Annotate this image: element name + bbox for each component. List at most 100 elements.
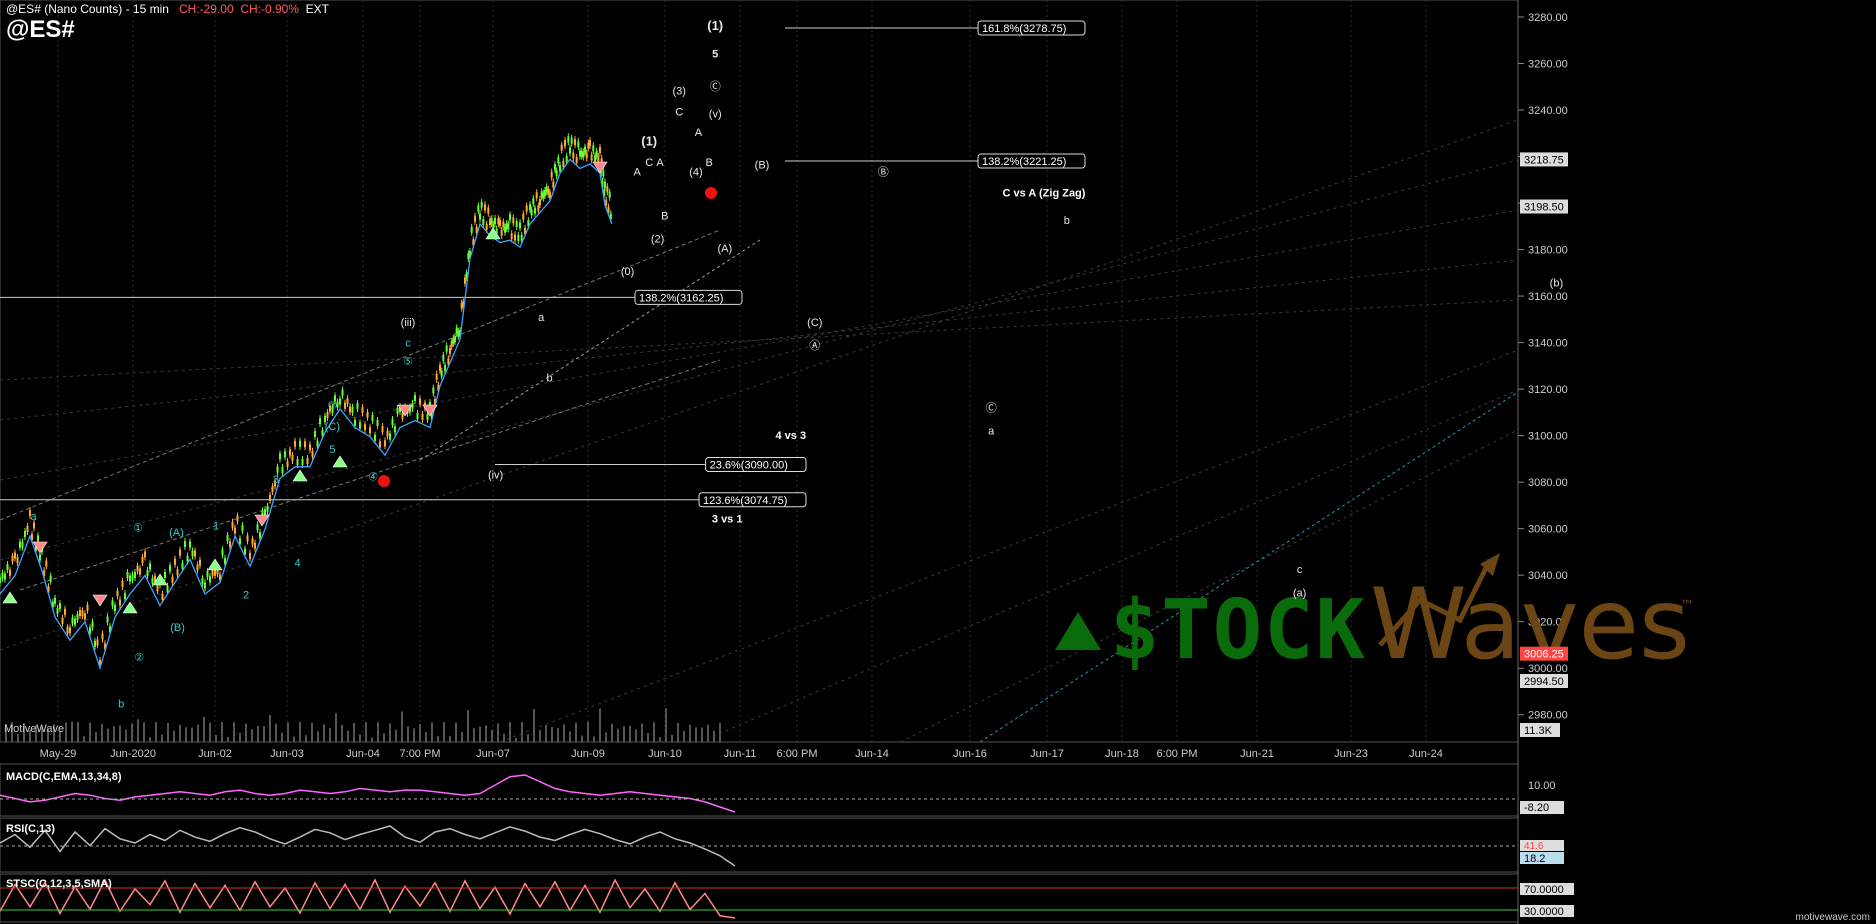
volume-bar xyxy=(575,722,577,742)
candle-body xyxy=(129,575,131,582)
candle-body xyxy=(71,617,74,624)
volume-bar xyxy=(533,709,535,742)
volume-bar xyxy=(407,726,409,742)
volume-bar xyxy=(605,732,607,742)
volume-bar xyxy=(365,722,367,742)
candle-body xyxy=(426,414,429,421)
candle-body xyxy=(206,571,209,578)
candle-body xyxy=(361,407,364,414)
volume-bar xyxy=(701,727,703,742)
volume-bar xyxy=(671,734,673,742)
signal-triangle xyxy=(592,161,608,174)
wave-label: 4 xyxy=(295,557,301,569)
candle-body xyxy=(306,458,309,465)
candle-body xyxy=(589,140,591,147)
candle-body xyxy=(354,419,356,426)
candle-body xyxy=(121,581,124,588)
candle-body xyxy=(411,402,414,409)
signal-triangle xyxy=(332,455,348,468)
volume-bar xyxy=(551,726,553,742)
volume-bar xyxy=(287,722,289,742)
volume-bar xyxy=(449,735,451,742)
price-badge-text: 3218.75 xyxy=(1524,154,1564,166)
x-tick-label: 7:00 PM xyxy=(400,748,441,760)
wave-label: A xyxy=(634,166,642,178)
candle-body xyxy=(570,137,573,144)
wave-label: (1) xyxy=(707,18,723,33)
candle-body xyxy=(161,594,164,601)
wave-label: c xyxy=(405,338,411,350)
wave-label: a xyxy=(31,511,38,523)
y-tick-label: 2980.00 xyxy=(1528,710,1568,722)
candle-body xyxy=(141,556,144,563)
wave-label: b xyxy=(1064,215,1070,227)
volume-bar xyxy=(113,726,115,742)
candle-body xyxy=(564,140,566,147)
price-badge-text: 2994.50 xyxy=(1524,676,1564,688)
candle-body xyxy=(439,364,441,371)
candle-body xyxy=(339,398,341,405)
candle-body xyxy=(572,152,575,159)
candle-body xyxy=(480,201,483,208)
candle-body xyxy=(1,572,4,579)
candle-body xyxy=(599,147,601,154)
candle-body xyxy=(291,454,294,461)
volume-bar xyxy=(431,722,433,742)
candle-body xyxy=(512,217,515,224)
volume-bar xyxy=(641,723,643,742)
wave-label: A xyxy=(656,157,664,169)
candle-body xyxy=(86,604,89,611)
volume-bar xyxy=(227,736,229,742)
x-tick-label: Jun-09 xyxy=(571,748,605,760)
candle-body xyxy=(376,420,379,427)
volume-bar xyxy=(443,722,445,742)
candle-body xyxy=(299,440,301,447)
candle-body xyxy=(136,565,139,572)
candle-body xyxy=(199,559,201,566)
volume-bar xyxy=(245,723,247,742)
volume-bar xyxy=(413,728,415,742)
candle-body xyxy=(84,613,86,620)
candle-body xyxy=(394,426,396,433)
candle-body xyxy=(116,590,119,597)
candle-body xyxy=(484,204,486,211)
candle-body xyxy=(470,226,473,233)
volume-bar xyxy=(317,731,319,742)
volume-bar xyxy=(425,732,427,742)
symbol-title: @ES# xyxy=(6,16,75,43)
candle-body xyxy=(479,213,481,220)
volume-bar xyxy=(221,722,223,742)
stoch-badge-a-text: 70.0000 xyxy=(1524,884,1564,896)
candle-body xyxy=(606,186,609,193)
wave-label: A xyxy=(695,127,703,139)
candle-body xyxy=(296,459,299,466)
volume-bar xyxy=(335,713,337,742)
volume-bar xyxy=(77,722,79,742)
volume-bar xyxy=(665,708,667,742)
wave-label: a xyxy=(988,425,995,437)
wave-label: 3 xyxy=(273,474,279,486)
volume-bar xyxy=(503,733,505,742)
candle-body xyxy=(144,551,146,558)
candle-body xyxy=(61,617,64,624)
candle-body xyxy=(184,541,186,548)
volume-bar xyxy=(401,711,403,742)
candle-body xyxy=(196,564,199,571)
candle-body xyxy=(264,509,266,516)
candle-body xyxy=(164,572,166,579)
candle-body xyxy=(81,610,84,617)
rsi-badge-b-text: 18.2 xyxy=(1524,853,1545,865)
stoch-title: STSC(C,12,3,5,SMA) xyxy=(6,878,112,890)
candle-body xyxy=(326,412,329,419)
logo-stock-text: $TOCK xyxy=(1110,583,1367,678)
x-tick-label: Jun-04 xyxy=(346,748,380,760)
y-tick-label: 3120.00 xyxy=(1528,384,1568,396)
stoch-badge-b-text: 30.0000 xyxy=(1524,906,1564,918)
candle-body xyxy=(319,418,321,425)
candle-body xyxy=(574,139,576,146)
x-tick-label: Jun-17 xyxy=(1030,748,1064,760)
wave-label: (C) xyxy=(807,317,822,329)
x-tick-label: Jun-14 xyxy=(855,748,889,760)
wave-label: (B) xyxy=(170,622,185,634)
volume-bar xyxy=(185,727,187,742)
